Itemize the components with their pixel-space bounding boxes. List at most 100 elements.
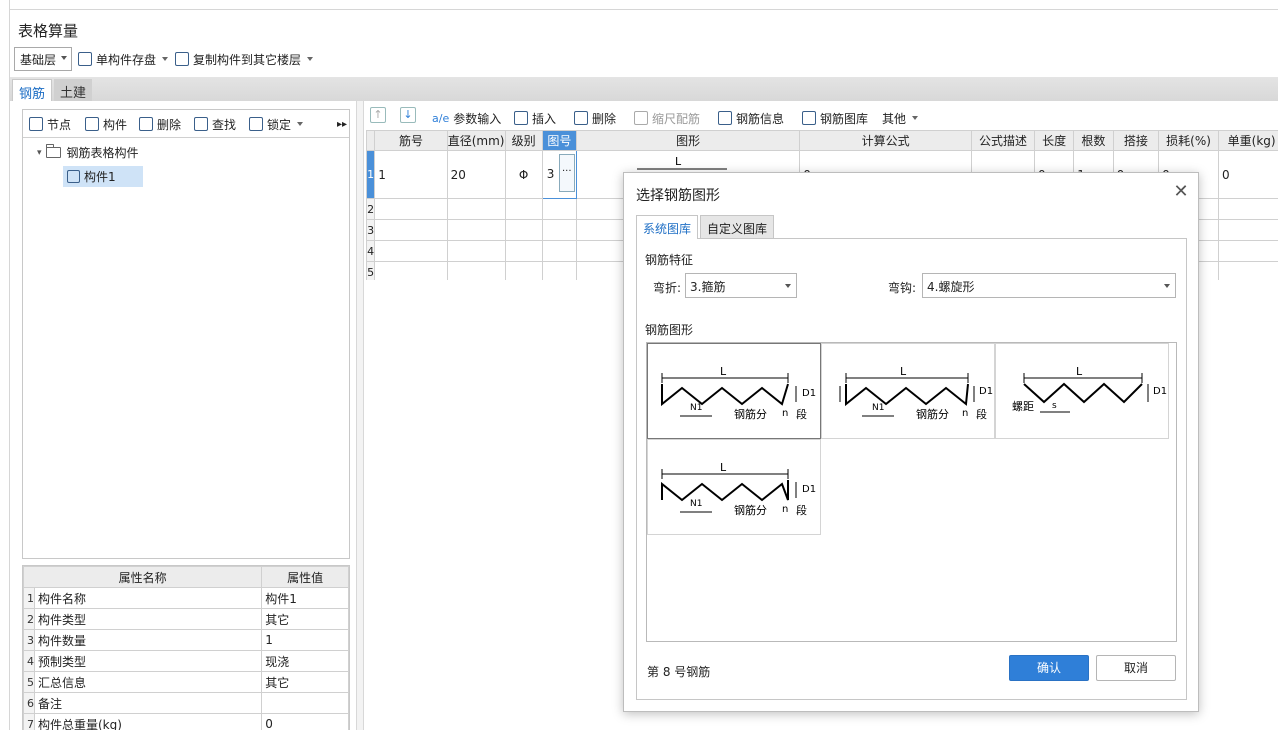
- label-s: s: [1052, 401, 1057, 411]
- fig-browse-button[interactable]: ···: [558, 154, 575, 192]
- chevron-down-icon: [912, 116, 919, 120]
- tree-child-node[interactable]: 构件1: [63, 166, 143, 187]
- table-row[interactable]: 2 构件类型 其它: [23, 608, 349, 630]
- shape-option-1[interactable]: L D1 N1 钢筋分 n 段: [647, 343, 821, 439]
- prop-value[interactable]: 0: [261, 713, 349, 730]
- prop-name: 汇总信息: [33, 671, 263, 693]
- prop-value[interactable]: 现浇: [261, 650, 349, 672]
- label-d1: D1: [979, 386, 993, 397]
- find-button[interactable]: 查找: [194, 112, 236, 136]
- panel-splitter[interactable]: [356, 101, 364, 730]
- row-number: 7: [23, 713, 35, 730]
- prop-name: 预制类型: [33, 650, 263, 672]
- row-number: 4: [366, 240, 376, 262]
- other-label: 其他: [882, 111, 907, 126]
- tab-rebar[interactable]: 钢筋: [12, 79, 53, 102]
- find-icon: [194, 117, 208, 131]
- row-number: 2: [366, 198, 376, 220]
- row-number: 5: [366, 261, 376, 280]
- save-icon: [78, 52, 92, 66]
- single-save-button[interactable]: 单构件存盘: [78, 47, 169, 71]
- table-row[interactable]: 7 构件总重量(kg) 0: [23, 713, 349, 730]
- prop-value[interactable]: 1: [261, 629, 349, 651]
- floor-select[interactable]: 基础层: [14, 47, 72, 71]
- component-tree-panel: 节点 构件 删除 查找 锁定 ▸▸ ▾ 钢筋表格构件 构件1: [22, 109, 350, 559]
- move-down-icon[interactable]: ↓: [400, 107, 416, 123]
- trash-icon: [139, 117, 153, 131]
- table-row[interactable]: 5 汇总信息 其它: [23, 671, 349, 693]
- shape-option-4[interactable]: L D1 N1 钢筋分 n 段: [647, 439, 821, 535]
- close-icon[interactable]: ✕: [1172, 183, 1190, 201]
- spiral-shape-4: L D1 N1 钢筋分 n 段: [661, 461, 816, 517]
- label-fen: 钢筋分: [734, 407, 767, 421]
- shape-option-2[interactable]: L D1 N1 钢筋分 n 段: [821, 343, 995, 439]
- dialog-title: 选择钢筋图形: [636, 188, 720, 204]
- tab-custom-library[interactable]: 自定义图库: [700, 215, 775, 239]
- delete-button[interactable]: 删除: [574, 106, 616, 130]
- hook-select[interactable]: 4.螺旋形: [922, 273, 1176, 298]
- single-save-label: 单构件存盘: [96, 52, 157, 67]
- find-label: 查找: [212, 117, 237, 132]
- diameter-cell[interactable]: 20: [446, 150, 506, 199]
- bend-select[interactable]: 3.箍筋: [685, 273, 797, 298]
- tab-system-library[interactable]: 系统图库: [636, 215, 699, 239]
- other-menu-button[interactable]: 其他: [882, 106, 919, 130]
- prop-value[interactable]: 其它: [261, 671, 349, 693]
- grade-cell[interactable]: Φ: [504, 150, 543, 199]
- label-l: L: [720, 365, 727, 378]
- table-row[interactable]: 3 构件数量 1: [23, 629, 349, 651]
- row-number: 6: [23, 692, 35, 714]
- copy-to-floor-button[interactable]: 复制构件到其它楼层: [175, 47, 314, 71]
- label-d1: D1: [1153, 386, 1167, 397]
- lock-icon: [249, 117, 263, 131]
- prop-value[interactable]: 其它: [261, 608, 349, 630]
- hook-label: 弯钩:: [888, 281, 917, 295]
- main-toolbar: 基础层 单构件存盘 复制构件到其它楼层: [12, 47, 1262, 73]
- prop-name: 构件数量: [33, 629, 263, 651]
- confirm-button[interactable]: 确认: [1009, 655, 1089, 681]
- rebar-info-button[interactable]: 钢筋信息: [718, 106, 784, 130]
- node-button[interactable]: 节点: [29, 112, 71, 136]
- property-panel: 属性名称 属性值 1 构件名称 构件1 2 构件类型 其它 3 构件数量 1 4…: [22, 565, 350, 730]
- scale-config-label: 缩尺配筋: [652, 111, 701, 126]
- insert-button[interactable]: 插入: [514, 106, 556, 130]
- node-icon: [29, 117, 43, 131]
- tree-delete-button[interactable]: 删除: [139, 112, 181, 136]
- unit-weight-cell[interactable]: 0: [1218, 150, 1278, 199]
- tree-child-label: 构件1: [84, 170, 116, 184]
- label-duan: 段: [796, 503, 807, 517]
- delete-label: 删除: [592, 111, 617, 126]
- expand-arrow-icon[interactable]: ▸▸: [337, 112, 347, 136]
- prop-value[interactable]: [261, 692, 349, 714]
- chevron-down-icon: [297, 122, 304, 126]
- tab-civil[interactable]: 土建: [54, 79, 93, 101]
- spiral-shape-3: L D1 螺距 s: [1012, 365, 1167, 413]
- cancel-button[interactable]: 取消: [1096, 655, 1176, 681]
- lock-button[interactable]: 锁定: [249, 112, 304, 136]
- label-l: L: [720, 461, 727, 474]
- move-up-icon[interactable]: ↑: [370, 107, 386, 123]
- col-header: 长度: [1033, 130, 1075, 151]
- prop-value[interactable]: 构件1: [261, 587, 349, 609]
- label-luoju: 螺距: [1012, 400, 1034, 413]
- collapse-icon[interactable]: ▾: [37, 148, 42, 158]
- prop-header-value: 属性值: [261, 566, 349, 588]
- table-calc-window: 表格算量 基础层 单构件存盘 复制构件到其它楼层 钢筋 土建 节点 构件 删除 …: [10, 10, 1278, 730]
- corner-header: [366, 130, 376, 151]
- bar-cell[interactable]: 1: [374, 150, 448, 199]
- scale-config-button[interactable]: 缩尺配筋: [634, 106, 700, 130]
- shape-option-3[interactable]: L D1 螺距 s: [995, 343, 1169, 439]
- rebar-library-label: 钢筋图库: [820, 111, 869, 126]
- component-button[interactable]: 构件: [85, 112, 127, 136]
- table-row[interactable]: 4 预制类型 现浇: [23, 650, 349, 672]
- fig-no-cell[interactable]: 3 ···: [541, 150, 577, 199]
- tree-root-node[interactable]: ▾ 钢筋表格构件: [37, 144, 139, 161]
- table-row[interactable]: 1 构件名称 构件1: [23, 587, 349, 609]
- label-duan: 段: [796, 407, 807, 421]
- rebar-library-button[interactable]: 钢筋图库: [802, 106, 868, 130]
- row-number: 1: [366, 150, 376, 199]
- param-input-button[interactable]: a/e 参数输入: [432, 106, 501, 130]
- col-header-selected: 图号: [541, 130, 577, 151]
- col-header: 筋号: [374, 130, 448, 151]
- table-row[interactable]: 6 备注: [23, 692, 349, 714]
